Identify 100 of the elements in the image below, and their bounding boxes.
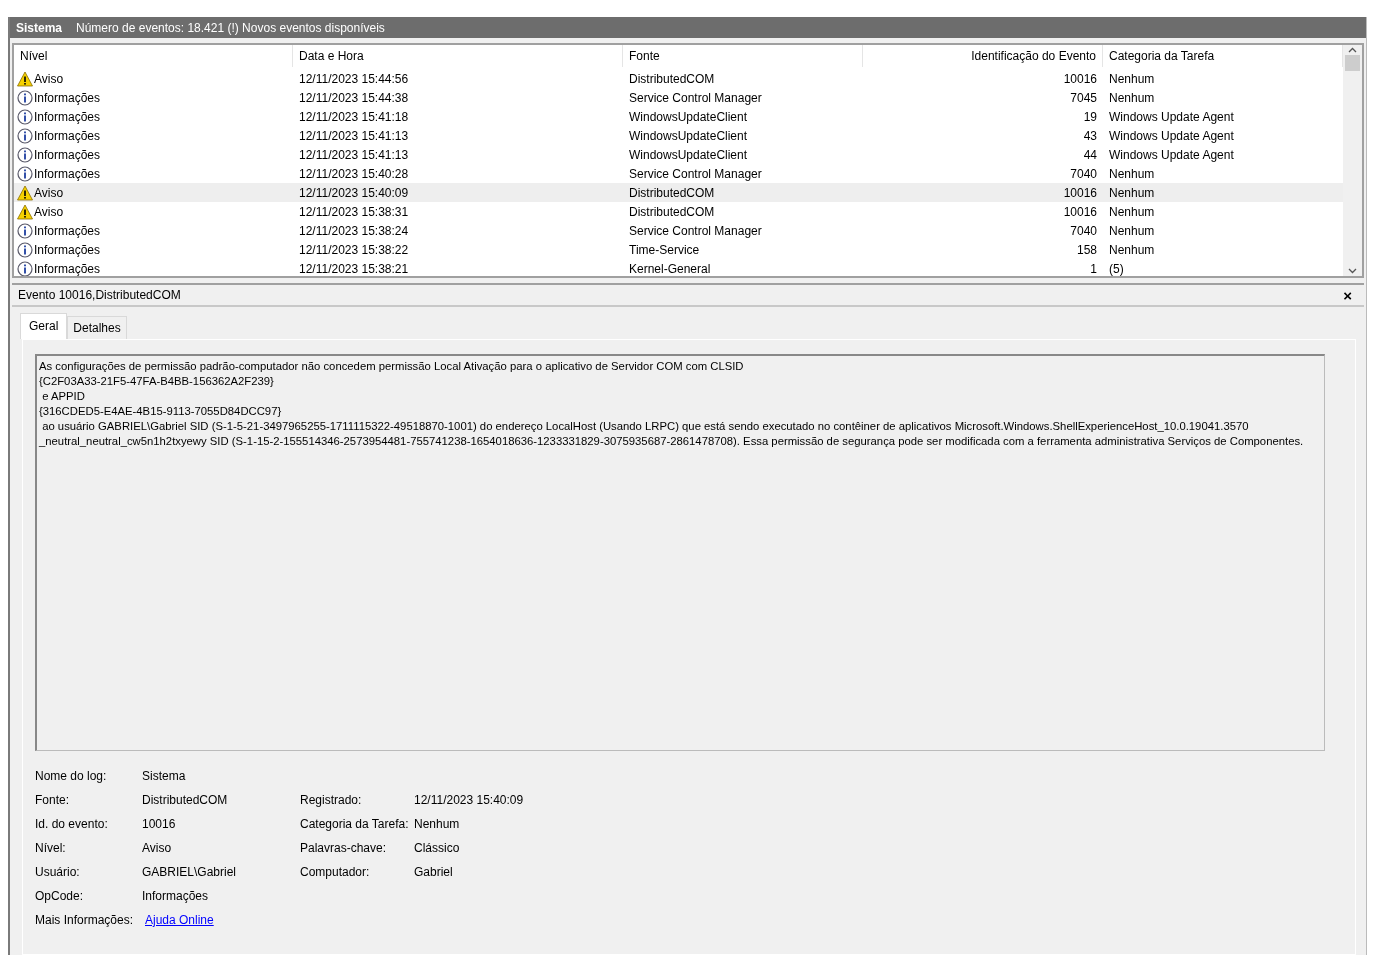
- warning-icon: [17, 184, 33, 201]
- property-value: GABRIEL\Gabriel: [142, 864, 238, 881]
- event-id-cell-text: 10016: [1062, 70, 1098, 88]
- event-id-cell-text: 1: [1089, 260, 1098, 276]
- property-label: Nome do log:: [35, 768, 108, 785]
- level-text: Informações: [34, 89, 101, 107]
- category-cell-text: Windows Update Agent: [1108, 108, 1235, 126]
- date-cell-text: 12/11/2023 15:38:24: [298, 222, 410, 240]
- event-row[interactable]: Informações 12/11/2023 15:38:21 Kernel-General 1 (5): [14, 259, 1343, 276]
- event-id-cell-text: 43: [1082, 127, 1098, 145]
- event-row[interactable]: Informações 12/11/2023 15:44:38 Service Control Manager 7045 Nenhum: [14, 88, 1343, 107]
- event-id-cell-text: 7045: [1069, 89, 1098, 107]
- event-id-cell-text: 7040: [1069, 165, 1098, 183]
- event-id-cell-text: 10016: [1062, 203, 1098, 221]
- level-text: Informações: [34, 108, 101, 126]
- event-row[interactable]: Aviso 12/11/2023 15:38:31 DistributedCOM 10016 Nenhum: [14, 202, 1343, 221]
- date-cell-text: 12/11/2023 15:44:56: [298, 70, 410, 88]
- warning-icon: [17, 203, 33, 220]
- property-label: Usuário:: [35, 864, 81, 881]
- log-name: Sistema: [16, 19, 63, 37]
- date-cell-text: 12/11/2023 15:44:38: [298, 89, 410, 107]
- property-value: 10016: [142, 816, 177, 833]
- source-cell-text: DistributedCOM: [628, 70, 716, 88]
- scroll-thumb[interactable]: [1345, 55, 1360, 71]
- event-row[interactable]: Informações 12/11/2023 15:38:24 Service Control Manager 7040 Nenhum: [14, 221, 1343, 240]
- level-text: Informações: [34, 146, 101, 164]
- warning-icon: [17, 70, 33, 87]
- property-label: OpCode:: [35, 888, 85, 905]
- date-cell-text: 12/11/2023 15:40:28: [298, 165, 410, 183]
- tab[interactable]: Geral: [20, 313, 68, 339]
- level-text: Informações: [34, 241, 101, 259]
- date-cell-text: 12/11/2023 15:40:09: [298, 184, 410, 202]
- property-label: Categoria da Tarefa:: [300, 816, 410, 833]
- event-id-cell-text: 44: [1082, 146, 1098, 164]
- tab[interactable]: Detalhes: [67, 316, 127, 339]
- source-cell-text: WindowsUpdateClient: [628, 127, 749, 145]
- property-value: DistributedCOM: [142, 792, 229, 809]
- event-row[interactable]: Informações 12/11/2023 15:41:13 WindowsUpdateClient 43 Windows Update Agent: [14, 126, 1343, 145]
- source-cell-text: WindowsUpdateClient: [628, 108, 749, 126]
- property-value: Clássico: [414, 840, 461, 857]
- event-id-cell-text: 158: [1075, 241, 1098, 259]
- level-text: Informações: [34, 127, 101, 145]
- level-text: Aviso: [34, 203, 64, 221]
- close-button[interactable]: ×: [1339, 287, 1356, 303]
- scroll-down-icon[interactable]: [1348, 268, 1357, 274]
- source-cell-text: Kernel-General: [628, 260, 712, 276]
- event-row[interactable]: Informações 12/11/2023 15:40:28 Service Control Manager 7040 Nenhum: [14, 164, 1343, 183]
- property-label: Nível:: [35, 840, 67, 857]
- source-cell-text: Service Control Manager: [628, 165, 763, 183]
- column-header[interactable]: Identificação do Evento: [863, 45, 1103, 67]
- category-cell-text: Windows Update Agent: [1108, 146, 1235, 164]
- category-cell-text: (5): [1108, 260, 1125, 276]
- source-cell-text: DistributedCOM: [628, 184, 716, 202]
- date-cell-text: 12/11/2023 15:41:13: [298, 127, 410, 145]
- property-value: Aviso: [142, 840, 173, 857]
- event-row[interactable]: Aviso 12/11/2023 15:44:56 DistributedCOM 10016 Nenhum: [14, 69, 1343, 88]
- date-cell-text: 12/11/2023 15:38:31: [298, 203, 410, 221]
- help-link[interactable]: Ajuda Online: [142, 913, 214, 927]
- category-cell-text: Nenhum: [1108, 184, 1156, 202]
- event-row[interactable]: Informações 12/11/2023 15:38:22 Time-Service 158 Nenhum: [14, 240, 1343, 259]
- property-value: 12/11/2023 15:40:09: [414, 792, 525, 809]
- category-cell-text: Nenhum: [1108, 203, 1156, 221]
- level-text: Informações: [34, 165, 101, 183]
- date-cell-text: 12/11/2023 15:38:22: [298, 241, 410, 259]
- scrollbar[interactable]: [1343, 45, 1362, 276]
- property-label: Registrado:: [300, 792, 363, 809]
- source-cell-text: Service Control Manager: [628, 222, 763, 240]
- category-cell-text: Nenhum: [1108, 222, 1156, 240]
- scroll-up-icon[interactable]: [1348, 47, 1357, 53]
- property-label: Fonte:: [35, 792, 71, 809]
- event-row[interactable]: Informações 12/11/2023 15:41:18 WindowsUpdateClient 19 Windows Update Agent: [14, 107, 1343, 126]
- column-header[interactable]: Nível: [14, 45, 293, 67]
- source-cell-text: Time-Service: [628, 241, 701, 259]
- property-value: Nenhum: [414, 816, 461, 833]
- source-cell-text: DistributedCOM: [628, 203, 716, 221]
- category-cell-text: Nenhum: [1108, 70, 1156, 88]
- info-icon: [17, 146, 33, 163]
- event-title: Evento 10016,DistributedCOM: [18, 287, 181, 304]
- category-cell-text: Nenhum: [1108, 89, 1156, 107]
- column-header[interactable]: Fonte: [623, 45, 863, 67]
- category-cell-text: Windows Update Agent: [1108, 127, 1235, 145]
- property-label: Computador:: [300, 864, 371, 881]
- info-icon: [17, 127, 33, 144]
- property-value: Gabriel: [414, 864, 454, 881]
- event-row[interactable]: Aviso 12/11/2023 15:40:09 DistributedCOM 10016 Nenhum: [14, 183, 1343, 202]
- column-header[interactable]: Data e Hora: [293, 45, 623, 67]
- property-label: Mais Informações:: [35, 912, 135, 929]
- event-id-cell-text: 7040: [1069, 222, 1098, 240]
- event-message: As configurações de permissão padrão-computador não concedem permissão Local Ativação para o aplicativo de Servidor COM com CLSID {C2F03A33-21F5-47FA-B4BB-156362A2F239} e APPID {316CDED5-E4AE-4B15-9113-7055D84DCC97} ao usuário GABRIEL\Gabriel SID (S-1-5-21-3497965255-1711115322-49518870-1001) do endereço LocalHost (Usando LRPC) que está sendo executado no contêiner de aplicativos Microsoft.Windows.ShellExperienceHost_10.0.19041.3570 _neutral_neutral_cw5n1h2txyewy SID (S-1-15-2-155514346-2573954481-755741238-1654018636-1233331829-3075935687-2861478708). Essa permissão de segurança pode ser modificada com a ferramenta administrativa Serviços de Componentes.: [35, 354, 1325, 751]
- property-value: Informações: [142, 888, 210, 905]
- level-text: Aviso: [34, 184, 64, 202]
- property-label: Id. do evento:: [35, 816, 109, 833]
- source-cell-text: WindowsUpdateClient: [628, 146, 749, 164]
- event-id-cell-text: 19: [1082, 108, 1098, 126]
- event-id-cell-text: 10016: [1062, 184, 1098, 202]
- property-label: Palavras-chave:: [300, 840, 388, 857]
- property-value: Sistema: [142, 768, 187, 785]
- category-cell-text: Nenhum: [1108, 165, 1156, 183]
- info-icon: [17, 108, 33, 125]
- event-row[interactable]: Informações 12/11/2023 15:41:13 WindowsUpdateClient 44 Windows Update Agent: [14, 145, 1343, 164]
